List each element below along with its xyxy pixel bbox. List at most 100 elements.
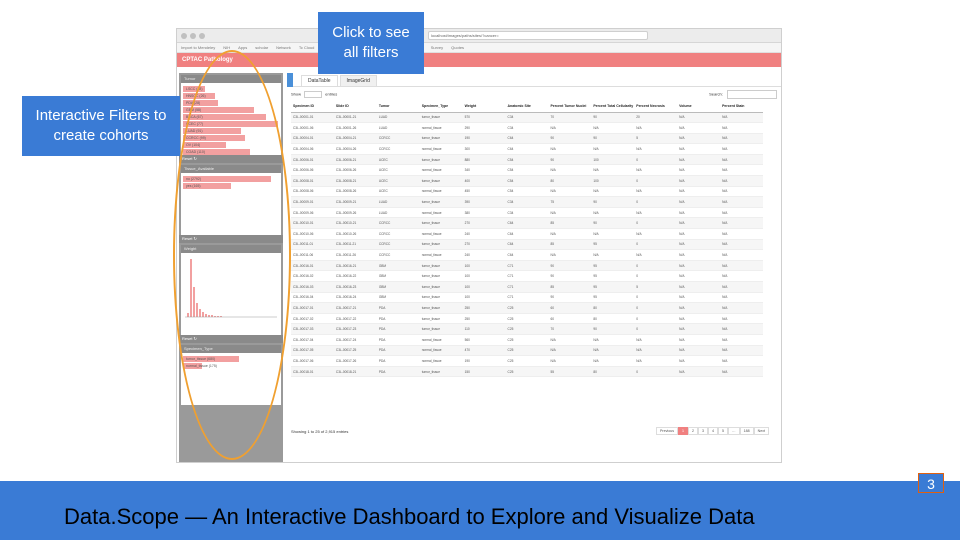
pagination-button[interactable]: 3 [698, 427, 709, 435]
bookmark-item[interactable]: Apps [238, 45, 247, 50]
pagination-button[interactable]: … [728, 427, 740, 435]
bookmark-item[interactable]: NIH [223, 45, 230, 50]
bookmark-item[interactable]: Import to Mendeley [181, 45, 215, 50]
table-cell: C3L-00010-01 [291, 217, 334, 230]
filter-bar[interactable]: HNSCC (26) [181, 93, 281, 99]
table-cell: 5 [634, 281, 678, 293]
table-row[interactable]: C3L-00016-03 C3L-00016-23 GBM tumor_tissue 1… [291, 281, 763, 293]
table-cell: N/A [548, 345, 592, 357]
table-cell: C3L-00011-21 [333, 239, 377, 251]
column-header[interactable]: Percent Total Cellularity [591, 101, 635, 113]
table-row[interactable]: C3L-00016-02 C3L-00016-22 GBM tumor_tissue 1… [291, 270, 763, 282]
table-cell: N/A [677, 154, 721, 166]
column-header[interactable]: Specimen_Type [419, 101, 463, 113]
tab-datatable[interactable]: DataTable [301, 75, 338, 86]
minimize-window-icon[interactable] [190, 32, 196, 39]
search-control: Search: [709, 89, 777, 99]
table-cell: 75 [548, 196, 592, 208]
column-header[interactable]: Anatomic Site [505, 101, 549, 113]
table-row[interactable]: C3L-00001-06 C3L-00001-26 LUAD normal_tissu… [291, 122, 763, 134]
table-row[interactable]: C3L-00011-06 C3L-00011-26 CCRCC normal_tiss… [291, 249, 763, 261]
table-row[interactable]: C3L-00001-01 C3L-00001-21 LUAD tumor_tissue… [291, 112, 763, 124]
bookmark-item[interactable]: Network [276, 45, 291, 50]
table-row[interactable]: C3L-00017-05 C3L-00017-25 PDA normal_tissue… [291, 345, 763, 357]
table-row[interactable]: C3L-00017-06 C3L-00017-26 PDA normal_tissue… [291, 355, 763, 367]
table-row[interactable]: C3L-00009-01 C3L-00009-21 LUAD tumor_tissue… [291, 196, 763, 208]
column-header[interactable]: Weight [462, 101, 506, 113]
column-header[interactable]: Percent Stain [720, 101, 763, 113]
column-header[interactable]: Volume [677, 101, 721, 113]
table-row[interactable]: C3L-00004-06 C3L-00004-26 CCRCC normal_tiss… [291, 143, 763, 155]
column-header[interactable]: Tumor [376, 101, 420, 113]
table-row[interactable]: C3L-00010-01 C3L-00010-21 CCRCC tumor_tissu… [291, 217, 763, 230]
table-row[interactable]: C3L-00016-04 C3L-00016-24 GBM tumor_tissue 1… [291, 292, 763, 304]
filter-bar[interactable]: BRCA (67) [181, 114, 281, 120]
table-row[interactable]: C3L-00008-06 C3L-00008-26 UCEC normal_tissu… [291, 186, 763, 198]
pagination-button[interactable]: Next [753, 427, 769, 435]
table-cell: C3L-00004-21 [333, 133, 377, 145]
bookmark-item[interactable]: scholar [255, 45, 268, 50]
reset-filter-button[interactable]: Reset ↻ [179, 335, 283, 343]
table-row[interactable]: C3L-00010-06 C3L-00010-26 CCRCC normal_tiss… [291, 228, 763, 240]
table-row[interactable]: C3L-00017-04 C3L-00017-24 PDA normal_tissue… [291, 334, 763, 346]
table-cell: PDA [376, 355, 420, 367]
bookmark-item[interactable]: Survey [431, 45, 443, 50]
table-row[interactable]: C3L-00018-01 C3L-00018-21 PDA tumor_tissue 1… [291, 366, 763, 378]
table-row[interactable]: C3L-00006-01 C3L-00006-21 UCEC tumor_tissue… [291, 154, 763, 166]
search-input[interactable] [727, 89, 777, 99]
table-cell: C54 [505, 175, 549, 187]
pagination-button[interactable]: Previous [656, 427, 679, 435]
table-row[interactable]: C3L-00009-06 C3L-00009-26 LUAD normal_tissu… [291, 207, 763, 219]
filter-bar[interactable]: OV (104) [181, 142, 281, 148]
maximize-window-icon[interactable] [199, 32, 205, 39]
table-row[interactable]: C3L-00004-01 C3L-00004-21 CCRCC tumor_tissu… [291, 133, 763, 145]
column-header[interactable]: Percent Tumor Nuclei [548, 101, 592, 113]
table-row[interactable]: C3L-00017-03 C3L-00017-23 PDA tumor_tissue 1… [291, 323, 763, 335]
pagination-button[interactable]: 188 [739, 427, 754, 435]
entries-select[interactable] [304, 90, 323, 98]
column-header[interactable]: Slide ID [333, 101, 377, 113]
weight-histogram[interactable] [181, 253, 279, 323]
column-header[interactable]: Percent Necrosis [634, 101, 678, 113]
close-window-icon[interactable] [181, 32, 187, 39]
pagination-button[interactable]: 2 [688, 427, 699, 435]
table-cell: C3L-00010-21 [333, 217, 377, 230]
reset-filter-button[interactable]: Reset ↻ [179, 235, 283, 243]
filter-bar[interactable]: UCEC (77) [181, 121, 281, 127]
pagination-button[interactable]: 5 [718, 427, 729, 435]
filter-bar[interactable]: LSCC (18) [181, 86, 281, 92]
filter-bar[interactable]: tumor_tissue (680) [181, 356, 281, 362]
table-cell: C64 [505, 249, 549, 261]
filter-bar[interactable]: yes (165) [181, 183, 281, 189]
filter-bar[interactable]: CCRCC (99) [181, 135, 281, 141]
address-bar[interactable]: localhost/images/paths/sites/?cancer= [428, 31, 648, 40]
filter-bar[interactable]: no (2792) [181, 176, 281, 182]
filter-bar-label: BRCA (67) [186, 115, 203, 119]
table-cell: 80 [591, 366, 635, 378]
column-header[interactable]: Specimen ID [291, 101, 334, 113]
table-row[interactable]: C3L-00017-02 C3L-00017-22 PDA tumor_tissue 2… [291, 313, 763, 325]
table-row[interactable]: C3L-00016-01 C3L-00016-21 GBM tumor_tissue 1… [291, 260, 763, 272]
filter-bar[interactable]: LUAD (91) [181, 128, 281, 134]
table-cell: CCRCC [376, 143, 420, 155]
table-cell: C71 [505, 260, 549, 272]
filter-bar[interactable]: COAD (110) [181, 149, 281, 155]
filter-bar[interactable]: PDA (28) [181, 100, 281, 106]
table-cell: N/A [720, 217, 763, 230]
pagination-button[interactable]: 4 [708, 427, 719, 435]
tab-imagegrid[interactable]: ImageGrid [339, 75, 377, 86]
pagination-button[interactable]: 1 [678, 427, 689, 435]
toggle-filters-button[interactable] [287, 73, 293, 87]
table-cell: C3L-00016-21 [333, 260, 377, 272]
table-cell: C3L-00008-26 [333, 186, 377, 198]
table-row[interactable]: C3L-00017-01 C3L-00017-21 PDA tumor_tissue 2… [291, 302, 763, 314]
table-row[interactable]: C3L-00011-01 C3L-00011-21 CCRCC tumor_tissu… [291, 239, 763, 251]
table-cell: 450 [462, 186, 506, 198]
table-cell: tumor_tissue [419, 313, 463, 325]
filter-bar[interactable]: GBM (58) [181, 107, 281, 113]
filter-bar[interactable]: normal_tissue (175) [181, 363, 281, 369]
table-row[interactable]: C3L-00006-06 C3L-00006-26 UCEC normal_tissu… [291, 164, 763, 177]
bookmark-item[interactable]: Tc Cloud [299, 45, 315, 50]
table-row[interactable]: C3L-00008-01 C3L-00008-21 UCEC tumor_tissue… [291, 175, 763, 187]
bookmark-item[interactable]: Quotes [451, 45, 464, 50]
